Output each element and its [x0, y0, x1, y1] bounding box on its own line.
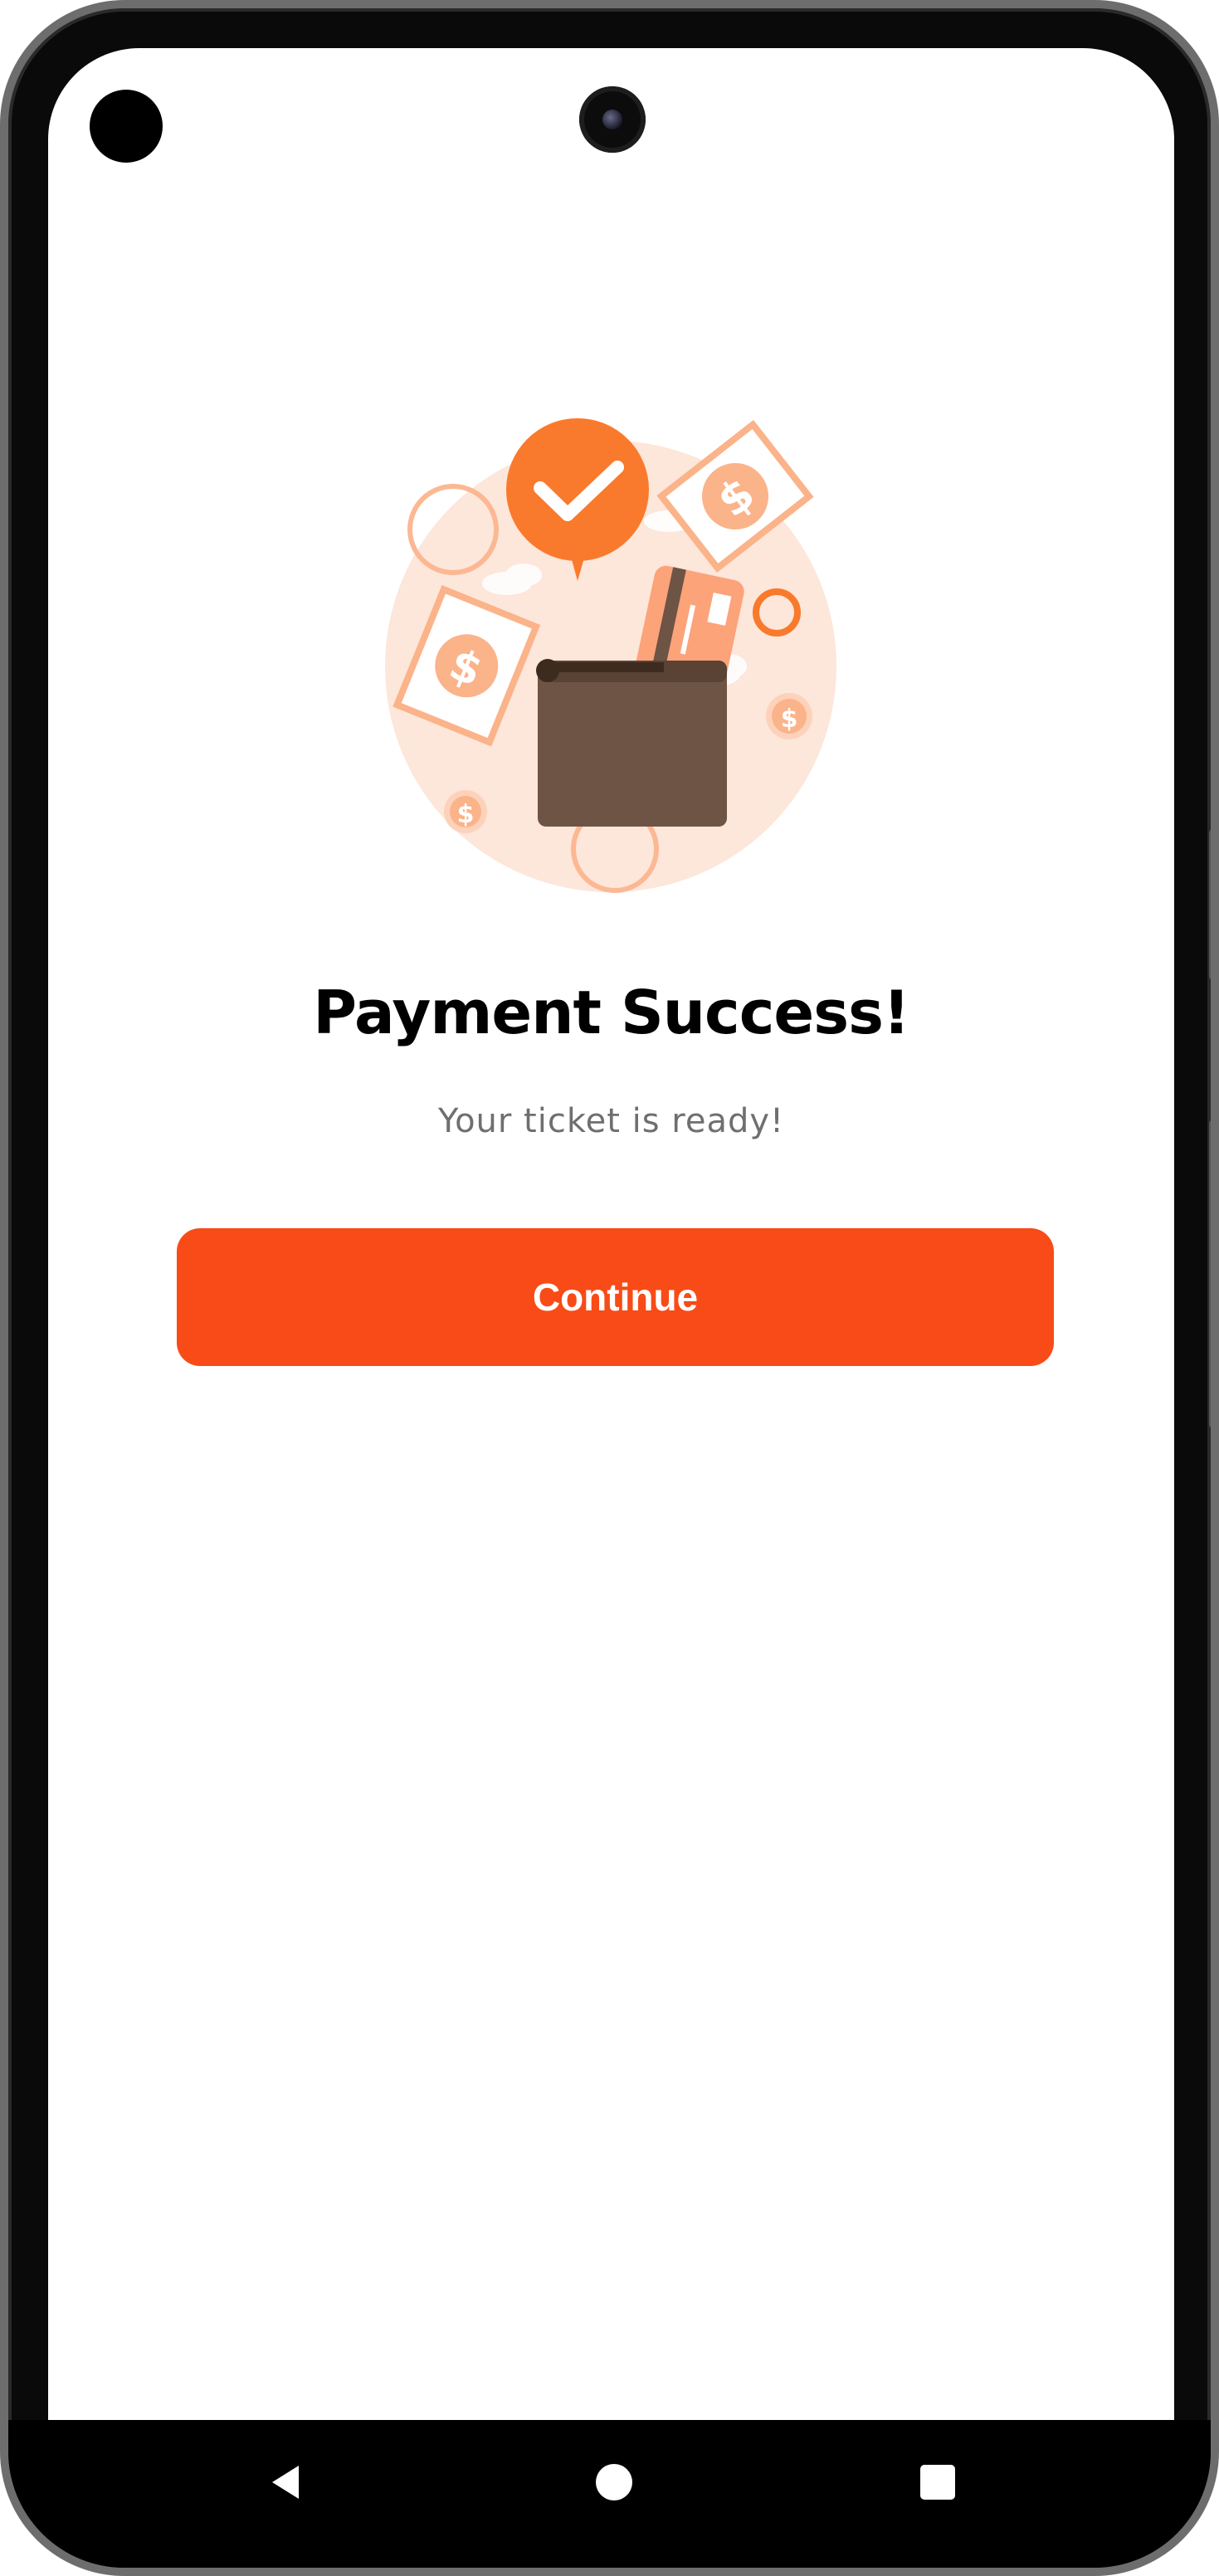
power-button [1209, 830, 1211, 979]
system-navigation-bar [8, 2420, 1211, 2568]
home-icon[interactable] [585, 2453, 643, 2511]
continue-button[interactable]: Continue [177, 1228, 1054, 1366]
wallet-icon [536, 659, 727, 827]
recent-apps-icon[interactable] [909, 2453, 967, 2511]
payment-success-illustration: $ $ $ $ [385, 418, 836, 893]
back-icon[interactable] [257, 2453, 315, 2511]
svg-text:$: $ [457, 800, 475, 829]
volume-button [1209, 1120, 1211, 1427]
page-title: Payment Success! [313, 978, 910, 1047]
svg-text:$: $ [781, 705, 798, 734]
page-subtitle: Your ticket is ready! [437, 1102, 785, 1140]
phone-frame: $ $ $ $ Payment Success! Your ticket is … [0, 0, 1219, 2576]
app-screen: $ $ $ $ Payment Success! Your ticket is … [48, 48, 1174, 2420]
coin-icon: $ [444, 790, 487, 833]
coin-icon: $ [766, 693, 812, 739]
front-camera-icon [579, 86, 646, 153]
camera-cutout-icon [90, 90, 163, 163]
